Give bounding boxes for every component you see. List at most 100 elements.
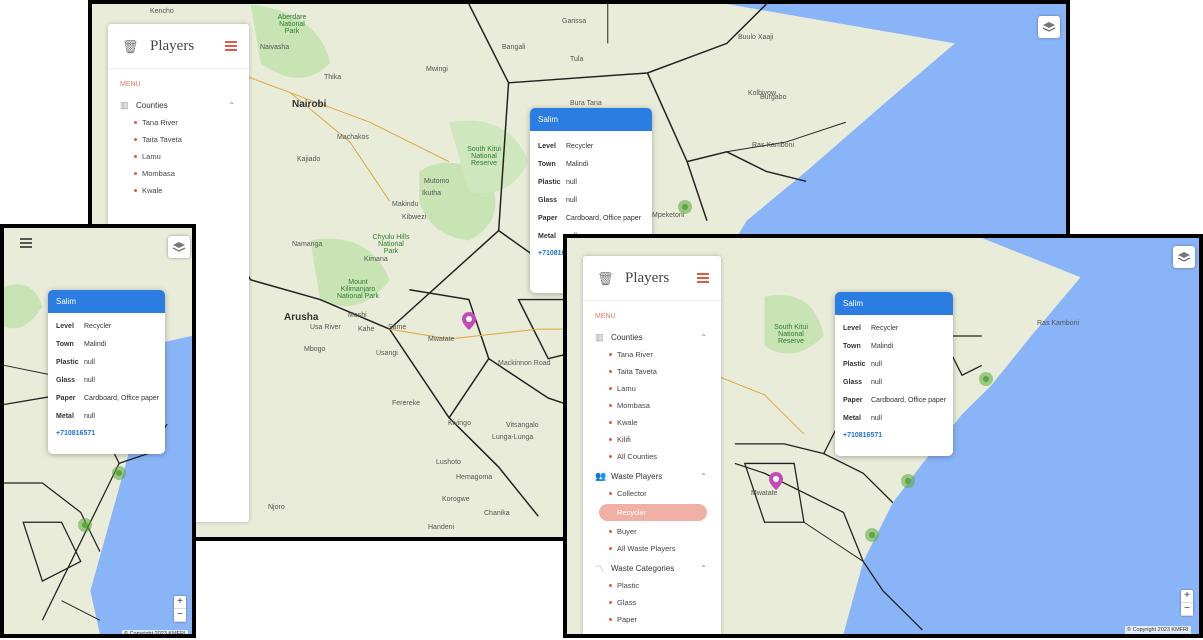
zoom-in-button[interactable]: + <box>174 596 186 609</box>
popup-phone-link[interactable]: +710816571 <box>48 425 165 443</box>
section-label: Counties <box>611 332 643 342</box>
map-label: Hemagoma <box>456 474 493 481</box>
field-label: Glass <box>843 378 863 386</box>
menu-toggle-icon[interactable] <box>697 273 709 285</box>
field-value: Cardboard, Office paper <box>84 394 159 402</box>
menu-toggle-icon[interactable] <box>225 41 237 53</box>
section-label: Counties <box>136 100 168 110</box>
map-label: Mutomo <box>424 178 450 185</box>
chevron-up-icon: ⌃ <box>228 100 235 110</box>
trash-bin-icon: 🗑 <box>122 39 139 54</box>
player-cluster-marker[interactable] <box>865 528 879 542</box>
map-label: Kimana <box>364 256 388 263</box>
popup-row-town: Town Malindi <box>835 337 953 355</box>
player-info-popup: Salim Level Recycler Town Malindi Plastic n… <box>48 290 165 454</box>
sidebar-item-county[interactable]: Mombasa <box>583 397 721 414</box>
sidebar-item-county[interactable]: Mombasa <box>108 165 249 182</box>
sidebar-item-player-type[interactable]: Buyer <box>583 523 721 540</box>
player-location-pin[interactable] <box>462 312 476 330</box>
sidebar-item-county[interactable]: Taita Taveta <box>583 363 721 380</box>
map-label: Lushoto <box>436 459 461 466</box>
screenshot-left: Salim Level Recycler Town Malindi Plastic n… <box>0 224 196 638</box>
map-label: Mount Kilimanjaro National Park <box>336 279 380 300</box>
sidebar-item-category[interactable]: Glass <box>583 594 721 611</box>
layers-icon <box>1177 252 1191 262</box>
sidebar-item-county[interactable]: Tana River <box>583 346 721 363</box>
map-layers-button[interactable] <box>1173 246 1195 268</box>
popup-row-glass: Glass null <box>48 371 165 389</box>
sidebar-item-player-type[interactable]: Collector <box>583 485 721 502</box>
map-label: Mwatate <box>751 490 778 497</box>
sidebar-section-counties[interactable]: ▥ Counties ⌃ <box>108 96 249 114</box>
menu-toggle-icon[interactable] <box>20 238 32 250</box>
map-label: South Kitui National Reserve <box>467 146 501 167</box>
map-label: South Kitui National Reserve <box>774 324 808 345</box>
copyright-notice: © Copyright 2023 KMFRI <box>122 630 188 637</box>
field-value: Malindi <box>871 342 894 350</box>
player-cluster-marker[interactable] <box>979 372 993 386</box>
field-value: null <box>566 196 577 204</box>
sidebar-item-county[interactable]: Kwale <box>108 182 249 199</box>
chart-line-icon: 〽 <box>595 563 605 574</box>
map-layers-button[interactable] <box>1038 16 1060 38</box>
map-label: Mpeketoni <box>652 212 685 219</box>
map-layers-button[interactable] <box>168 236 190 258</box>
zoom-out-button[interactable]: − <box>174 609 186 622</box>
player-cluster-marker[interactable] <box>901 474 915 488</box>
player-cluster-marker[interactable] <box>678 200 692 214</box>
sidebar: 🗑 Players MENU ▥ Counties ⌃ Tana River T… <box>583 256 721 634</box>
app-title: Players <box>150 37 195 54</box>
map-label: Buulo Xaaji <box>738 34 774 41</box>
sidebar-item-player-type-active[interactable]: Recycler <box>599 504 707 521</box>
map-label: Kahe <box>358 326 375 333</box>
field-label: Glass <box>56 376 76 384</box>
zoom-control: + − <box>174 596 186 622</box>
sidebar-section-waste-categories[interactable]: 〽 Waste Categories ⌃ <box>583 559 721 577</box>
map-label: Thika <box>324 74 342 81</box>
sidebar-item-category[interactable]: Paper <box>583 611 721 628</box>
field-label: Paper <box>56 394 76 402</box>
field-value: Malindi <box>566 160 589 168</box>
map-label: Ferereke <box>392 400 421 407</box>
popup-row-plastic: Plastic null <box>530 173 652 191</box>
sidebar-item-county[interactable]: Lamu <box>583 380 721 397</box>
map-label: Vitsangalo <box>506 422 539 429</box>
zoom-out-button[interactable]: − <box>1181 603 1193 616</box>
popup-phone-link[interactable]: +710816571 <box>835 427 953 445</box>
map-label: Kibwezi <box>402 214 427 221</box>
field-label: Metal <box>56 412 74 420</box>
popup-player-name: Salim <box>835 292 953 315</box>
map-label: Bangali <box>502 44 526 51</box>
chevron-up-icon: ⌃ <box>700 563 707 573</box>
sidebar-item-county[interactable]: Lamu <box>108 148 249 165</box>
sidebar-section-waste-players[interactable]: 👥 Waste Players ⌃ <box>583 467 721 485</box>
zoom-in-button[interactable]: + <box>1181 590 1193 603</box>
sidebar-item-county[interactable]: Taita Taveta <box>108 131 249 148</box>
sidebar-section-counties[interactable]: ▥ Counties ⌃ <box>583 328 721 346</box>
sidebar-item-county[interactable]: All Counties <box>583 448 721 465</box>
map-label: Ras Kamboni <box>1037 320 1080 327</box>
field-label: Town <box>843 342 861 350</box>
section-label: Waste Categories <box>611 563 675 573</box>
field-label: Paper <box>843 396 863 404</box>
map-icon: ▥ <box>120 99 129 110</box>
field-label: Glass <box>538 196 558 204</box>
player-cluster-marker[interactable] <box>78 518 92 532</box>
sidebar-item-county[interactable]: Tana River <box>108 114 249 131</box>
popup-row-plastic: Plastic null <box>48 353 165 371</box>
map-label: Njoro <box>268 504 285 511</box>
field-label: Town <box>56 340 74 348</box>
map-label: Aberdare National Park <box>277 14 307 35</box>
field-value: Recycler <box>566 142 594 150</box>
menu-section-label: MENU <box>120 81 141 88</box>
chevron-up-icon: ⌃ <box>700 332 707 342</box>
field-value: null <box>566 178 577 186</box>
sidebar-item-county[interactable]: Kilifi <box>583 431 721 448</box>
sidebar-item-county[interactable]: Kwale <box>583 414 721 431</box>
field-label: Plastic <box>843 360 866 368</box>
player-cluster-marker[interactable] <box>112 466 126 480</box>
player-location-pin[interactable] <box>769 472 783 490</box>
sidebar-item-player-type[interactable]: All Waste Players <box>583 540 721 557</box>
popup-row-metal: Metal null <box>835 409 953 427</box>
sidebar-item-category[interactable]: Plastic <box>583 577 721 594</box>
